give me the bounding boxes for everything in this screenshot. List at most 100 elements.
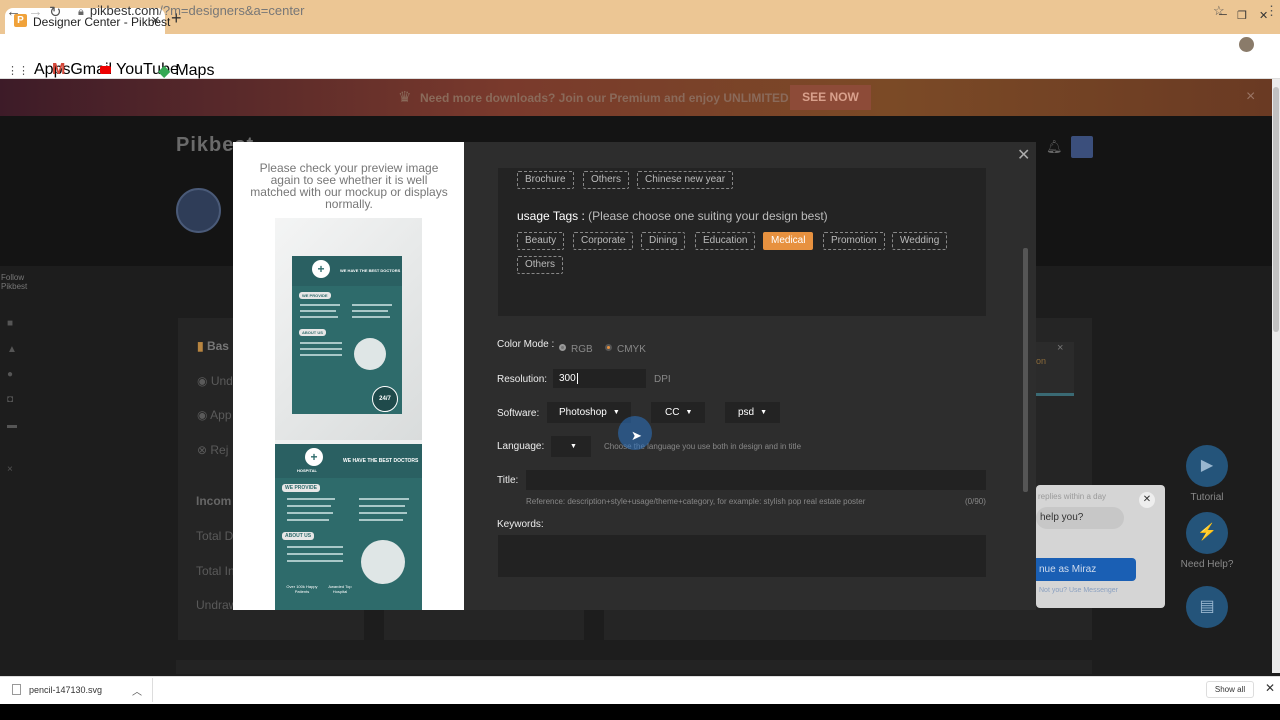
version-select[interactable]: CC ▼ [651,402,705,423]
cmyk-label: CMYK [617,344,646,355]
radio-cmyk[interactable]: CMYK [605,339,646,357]
address-bar[interactable]: 🔒︎ pikbest.com/?m=designers&a=center [78,3,305,19]
title-counter: (0/90) [965,497,986,506]
bookmark-star-icon[interactable]: ☆ [1213,3,1225,19]
twitter-icon[interactable]: ▲ [7,344,19,356]
see-now-button[interactable]: SEE NOW [790,85,871,110]
flyer-header: + WE HAVE THE BEST DOCTORS [292,256,402,286]
flyer-text-line [287,512,333,514]
reload-icon[interactable]: ↻ [49,3,62,21]
flyer-mockup-small: + WE HAVE THE BEST DOCTORS WE PROVIDE ABO… [292,256,402,414]
usage-tag[interactable]: Promotion [823,232,885,250]
video-icon: ▶ [1200,457,1214,474]
basic-text: Bas [206,339,229,353]
continue-as-button[interactable]: nue as Miraz [1036,558,1136,581]
flyer-mockup-large: + WE HAVE THE BEST DOCTORS HOSPITAL WE PRO… [275,444,422,610]
close-social-icon[interactable]: × [7,464,19,476]
feedback-button[interactable]: ▤ [1186,586,1228,628]
messenger-chat-popup: replies within a day help you? ✕ nue as … [1036,485,1165,608]
flyer-text-line [359,498,409,500]
bookmark-maps[interactable]: ◆ Maps [158,61,214,81]
color-mode-label: Color Mode : [497,339,555,350]
flyer-text-line [352,316,390,318]
usage-tag[interactable]: Wedding [892,232,948,250]
category-tag[interactable]: Chinese new year [637,171,734,189]
modal-scrollbar[interactable] [1023,248,1028,492]
keywords-input[interactable] [498,535,986,577]
flyer-text-line [300,310,336,312]
chat-bubble: help you? [1036,507,1124,529]
flyer-text-line [287,519,329,521]
category-tag[interactable]: Others [583,171,630,189]
flyer-stat-award: Awarded Top Hospital [328,584,352,594]
caret-down-icon: ▼ [685,409,693,416]
total-downloads: Total D [196,529,234,543]
usage-tag[interactable]: Dining [641,232,686,250]
profile-avatar[interactable] [1239,37,1254,52]
keywords-label: Keywords: [497,519,544,530]
download-item[interactable]: pencil-147130.svg [12,684,102,695]
facebook-icon[interactable]: ■ [7,318,19,330]
back-icon[interactable]: ← [6,3,21,20]
radio-rgb[interactable]: RGB [559,339,593,357]
notice-popup: on [1036,342,1074,396]
follow-label: Follow Pikbest [1,273,28,291]
usage-tags-heading: usage Tags : (Please choose one suiting … [517,209,828,223]
not-you-link[interactable]: Not you? Use Messenger [1039,587,1118,594]
show-all-button[interactable]: Show all [1206,681,1254,698]
flyer-section-provide: WE PROVIDE [282,484,320,492]
apps-grid-icon: ⋮⋮ [7,64,29,77]
approved-item: ◉ App [197,408,232,422]
title-input[interactable] [526,470,986,490]
youtube-social-icon[interactable]: ▬ [7,420,19,432]
modal-close-icon[interactable]: ✕ [1017,145,1030,165]
usage-tag[interactable]: Corporate [573,232,634,250]
user-icon[interactable] [1071,136,1093,158]
bell-icon[interactable]: 🔔︎ [1046,139,1063,155]
tutorial-button[interactable]: ▶ [1186,445,1228,487]
downloads-close-icon[interactable]: ✕ [1265,681,1275,695]
usage-tag[interactable]: Beauty [517,232,565,250]
chat-close-icon[interactable]: ✕ [1139,492,1155,508]
chat-reply-time: replies within a day [1038,492,1107,501]
file-icon [12,684,21,695]
flyer-brand: HOSPITAL [297,468,317,473]
software-select[interactable]: Photoshop ▼ [547,402,631,423]
document-icon: ▤ [1199,598,1215,615]
forward-icon[interactable]: → [28,3,43,20]
doctor-photo [354,338,386,370]
caret-down-icon: ▼ [570,443,577,450]
notice-close-icon[interactable]: × [1057,342,1063,354]
mouse-cursor-icon: ➤ [631,428,642,443]
caret-down-icon: ▼ [612,409,620,416]
messenger-button[interactable]: ⚡ [1186,512,1228,554]
promo-close-icon[interactable]: × [1246,88,1255,106]
usage-tag-selected[interactable]: Medical [763,232,814,250]
preview-panel: Please check your preview image again to… [233,142,464,610]
downloads-bar [0,676,1280,704]
usage-tag[interactable]: Others [517,256,564,274]
radio-selected-icon [605,344,612,352]
rejected-text: Rej [210,443,229,457]
flyer-section-about: ABOUT US [282,532,315,540]
format-select[interactable]: psd ▼ [725,402,780,423]
page-scrollbar-thumb[interactable] [1273,87,1279,332]
maximize-icon[interactable]: ❐ [1237,9,1247,22]
language-select[interactable]: ▼ [551,436,591,457]
instagram-icon[interactable]: ◘ [7,394,19,406]
browser-menu-icon[interactable]: ⋮ [1265,3,1278,19]
radio-icon [559,344,566,352]
category-tag[interactable]: Brochure [517,171,574,189]
crown-icon: ♛ [398,89,412,106]
flyer-stat-patients: Over 100k Happy Patients [286,584,318,594]
url-path: /?m=designers&a=center [159,3,305,18]
usage-title: usage Tags : [517,209,585,223]
usage-tag[interactable]: Education [695,232,756,250]
pinterest-icon[interactable]: ● [7,369,19,381]
software-value: Photoshop [559,407,607,419]
download-chevron-icon[interactable]: ︿ [132,683,142,698]
resolution-value: 300 [559,373,576,384]
tags-box: Brochure Others Chinese new year Beauty … [498,168,986,316]
usage-hint: (Please choose one suiting your design b… [588,209,828,223]
resolution-input[interactable]: 300 [553,369,646,388]
